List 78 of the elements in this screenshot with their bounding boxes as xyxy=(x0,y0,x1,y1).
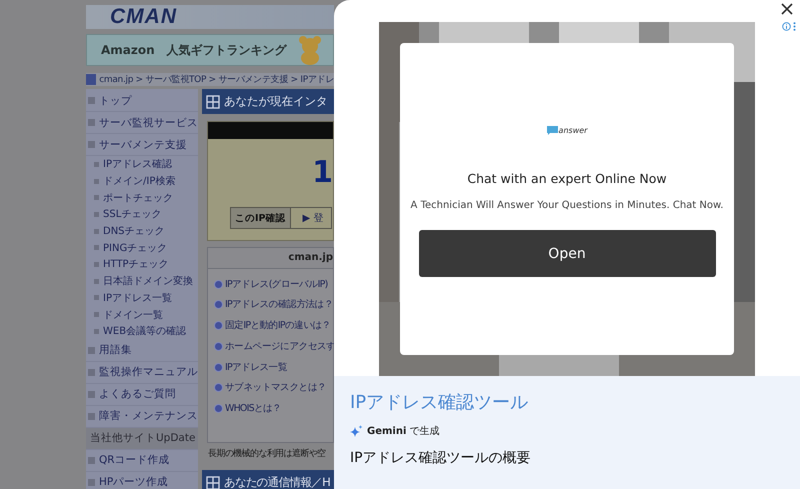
bullet-icon xyxy=(214,321,223,330)
sidebar-item[interactable]: ポートチェック xyxy=(86,189,198,206)
bullet-icon xyxy=(214,280,223,288)
sidebar-item[interactable]: サーバメンテ支援 xyxy=(86,134,198,156)
square-bullet-icon xyxy=(88,346,95,354)
square-bullet-icon xyxy=(94,328,99,334)
faq-link[interactable]: WHOISとは？ xyxy=(225,402,282,416)
faq-link[interactable]: サブネットマスクとは？ xyxy=(225,381,326,394)
bullet-icon xyxy=(214,362,223,372)
summary-heading: IPアドレス確認ツールの概要 xyxy=(350,449,532,467)
bullet-icon xyxy=(214,300,223,310)
square-bullet-icon xyxy=(94,162,99,167)
faq-link[interactable]: IPアドレス(グローバルIP) xyxy=(225,278,328,290)
sidebar-item[interactable]: PINGチェック xyxy=(86,239,198,256)
square-bullet-icon xyxy=(88,412,95,420)
register-link[interactable]: ▶ 登 xyxy=(290,207,332,229)
sidebar-item[interactable]: 用語集 xyxy=(86,340,198,362)
section-title: あなたが現在インタ xyxy=(224,94,328,109)
sidebar-item[interactable]: よくあるご質問 xyxy=(86,384,198,406)
ad-headline: Chat with an expert Online Now xyxy=(467,171,667,186)
faq-link[interactable]: IPアドレスの確認方法は？ xyxy=(225,298,334,312)
square-bullet-icon xyxy=(88,141,95,148)
close-icon[interactable] xyxy=(780,2,794,16)
sidebar-item[interactable]: HTTPチェック xyxy=(86,256,198,273)
square-bullet-icon xyxy=(94,228,99,234)
teddy-bear-icon xyxy=(296,35,323,65)
faq-link[interactable]: IPアドレス一覧 xyxy=(225,360,288,374)
square-bullet-icon xyxy=(94,245,99,250)
section-title: あなたの通信情報／H xyxy=(224,475,330,489)
grid-icon xyxy=(206,476,220,489)
sparkle-icon xyxy=(350,424,363,438)
sidebar-item[interactable]: WEB会議等の確認 xyxy=(86,322,198,340)
square-bullet-icon xyxy=(94,312,99,318)
sidebar-item[interactable]: IPアドレス確認 xyxy=(86,156,198,173)
sidebar-item[interactable]: QRコード作成 xyxy=(86,450,198,472)
square-bullet-icon xyxy=(94,278,99,284)
more-icon[interactable] xyxy=(793,22,796,31)
sidebar-item[interactable]: 日本語ドメイン変換 xyxy=(86,272,198,290)
bullet-icon xyxy=(214,342,223,351)
square-bullet-icon xyxy=(88,390,95,398)
sidebar-item[interactable]: SSLチェック xyxy=(86,206,198,223)
brand-name: answer xyxy=(558,126,588,135)
square-bullet-icon xyxy=(94,262,99,267)
sidebar-item[interactable]: IPアドレス一覧 xyxy=(86,290,198,306)
open-button[interactable]: Open xyxy=(418,230,716,277)
sidebar-heading: 当社他サイトUpDate xyxy=(86,428,198,450)
sidebar-item[interactable]: トップ xyxy=(86,90,198,112)
info-icon[interactable] xyxy=(782,22,791,31)
square-bullet-icon xyxy=(94,212,99,217)
bullet-icon xyxy=(214,383,223,392)
sidebar-item[interactable]: 監視操作マニュアル xyxy=(86,362,198,384)
sidebar-item[interactable]: ドメイン/IP検索 xyxy=(86,172,198,190)
panel-title: IPアドレス確認ツール xyxy=(350,391,530,414)
generated-by-label: Gemini で生成 xyxy=(367,424,440,438)
square-bullet-icon xyxy=(88,456,95,464)
sidebar-item[interactable]: ドメイン一覧 xyxy=(86,306,198,323)
square-bullet-icon xyxy=(94,178,99,184)
sidebar-item[interactable]: DNSチェック xyxy=(86,222,198,240)
square-bullet-icon xyxy=(88,368,95,376)
site-logo[interactable]: CMAN xyxy=(110,5,177,29)
ad-description: A Technician Will Answer Your Questions in Minutes. Chat Now. xyxy=(410,200,724,211)
square-bullet-icon xyxy=(94,295,99,300)
bullet-icon xyxy=(214,404,223,414)
grid-icon xyxy=(206,94,220,108)
square-bullet-icon xyxy=(88,478,95,486)
ip-address: 1 xyxy=(311,154,333,192)
sidebar-item[interactable]: HPパーツ作成 xyxy=(86,472,198,489)
faq-link[interactable]: 固定IPと動的IPの違いは？ xyxy=(225,319,331,332)
faq-link[interactable]: ホームページにアクセスす xyxy=(225,340,336,353)
notice-text: 長期の機械的な利用は遮断や空 xyxy=(208,448,327,461)
ad-banner[interactable]: Amazon 人気ギフトランキング xyxy=(86,34,334,66)
check-ip-button[interactable]: このIP確認 xyxy=(230,207,290,229)
square-bullet-icon xyxy=(88,119,95,126)
links-header: cman.jp xyxy=(208,248,333,269)
sidebar-item[interactable]: サーバ監視サービス xyxy=(86,112,198,134)
square-bullet-icon xyxy=(88,97,95,104)
square-bullet-icon xyxy=(94,195,99,200)
chat-bubble-icon xyxy=(546,126,558,135)
